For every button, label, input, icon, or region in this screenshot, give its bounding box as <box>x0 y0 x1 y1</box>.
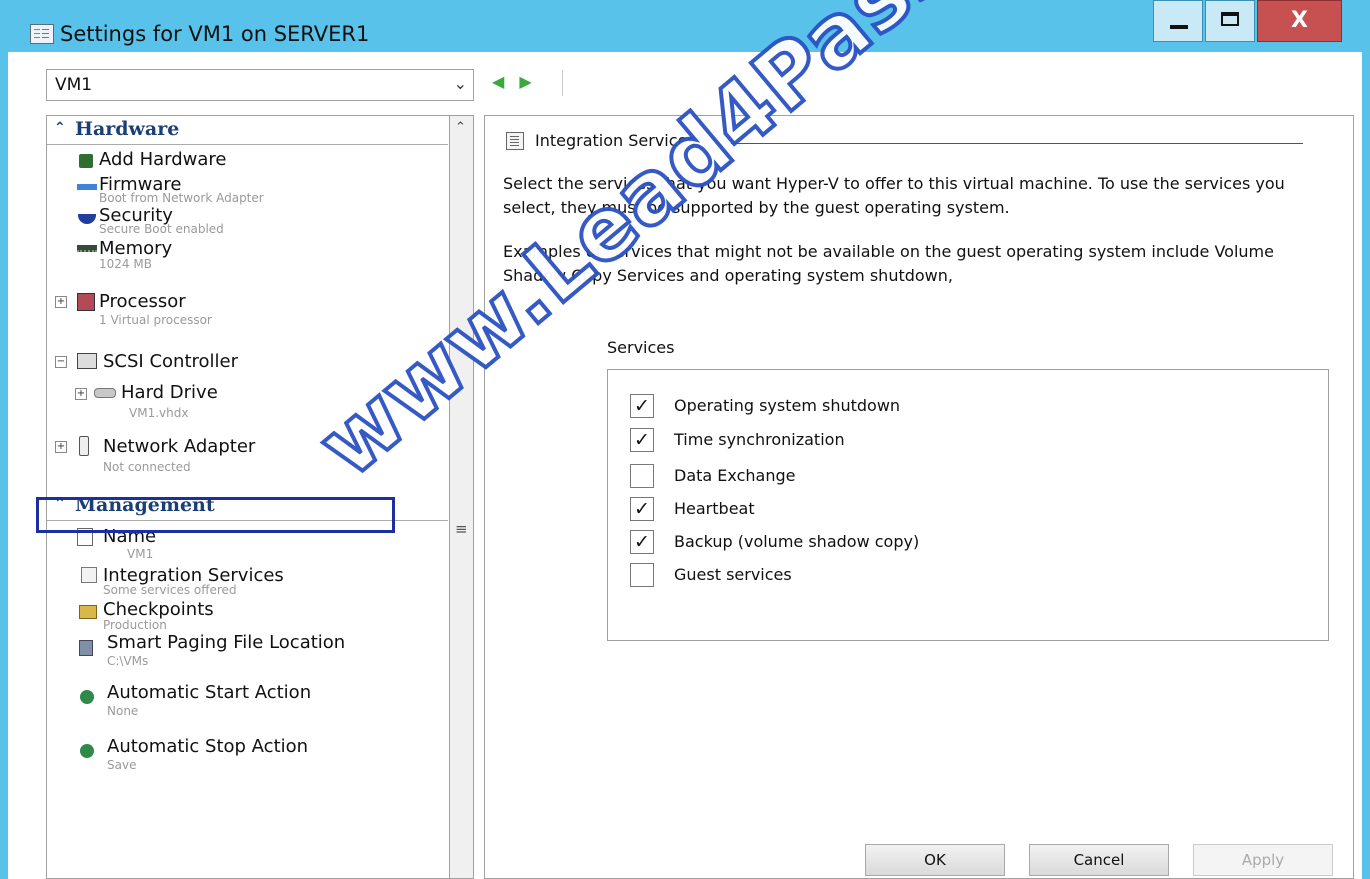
integration-services-icon <box>506 132 524 150</box>
tree-item-label: Checkpoints <box>103 599 214 620</box>
checkpoints-icon <box>79 605 97 619</box>
tree-item-label: Smart Paging File Location <box>107 632 346 653</box>
vm-selector-dropdown[interactable]: VM1 ⌄ <box>46 69 474 101</box>
scroll-grip-icon[interactable]: ≡ <box>455 520 468 538</box>
tree-item-detail: None <box>107 704 139 718</box>
tree-item-detail: 1024 MB <box>99 257 152 271</box>
tree-item-label: SCSI Controller <box>103 351 238 372</box>
close-button[interactable]: X <box>1257 0 1342 42</box>
service-checkbox[interactable]: ✓ <box>630 394 654 418</box>
services-group-label: Services <box>607 338 675 357</box>
maximize-button[interactable] <box>1205 0 1255 42</box>
minimize-button[interactable] <box>1153 0 1203 42</box>
add-hardware-icon <box>79 154 93 168</box>
forward-arrow-icon[interactable]: ▶ <box>519 72 531 91</box>
tree-item-detail: 1 Virtual processor <box>99 313 212 327</box>
expand-icon[interactable]: + <box>55 441 67 453</box>
security-icon <box>78 214 96 224</box>
ok-button[interactable]: OK <box>865 844 1005 876</box>
service-label: Time synchronization <box>674 430 845 449</box>
settings-window-icon <box>30 24 54 44</box>
tree-item-detail: Boot from Network Adapter <box>99 191 264 205</box>
back-arrow-icon[interactable]: ◀ <box>492 72 504 91</box>
apply-button[interactable]: Apply <box>1193 844 1333 876</box>
navigation-arrows: ◀ ▶ <box>492 72 542 91</box>
expand-icon[interactable]: + <box>75 388 87 400</box>
service-checkbox[interactable]: ✓ <box>630 428 654 452</box>
tree-item-label: Memory <box>99 238 173 259</box>
tree-item-label: Automatic Start Action <box>107 682 312 703</box>
tree-item-label: Hard Drive <box>121 382 218 403</box>
tree-item-detail: Not connected <box>103 460 191 474</box>
tree-item-detail: Save <box>107 758 137 772</box>
dialog-client-area: VM1 ⌄ ◀ ▶ ⌃ Hardware Add Hardware Firmwa… <box>8 52 1362 879</box>
selected-item-highlight <box>36 497 395 533</box>
firmware-icon <box>77 184 97 190</box>
service-checkbox[interactable]: ✓ <box>630 530 654 554</box>
service-label: Data Exchange <box>674 466 796 485</box>
heading-rule <box>731 143 1303 144</box>
tree-scrollbar[interactable]: ⌃ ≡ <box>449 115 474 879</box>
tree-item-detail: Some services offered <box>103 583 237 597</box>
collapse-icon[interactable]: − <box>55 356 67 368</box>
service-label: Guest services <box>674 565 792 584</box>
panel-examples-note: Examples of services that might not be a… <box>503 242 1274 285</box>
window-title: Settings for VM1 on SERVER1 <box>60 22 370 46</box>
toolbar-divider <box>562 70 563 96</box>
vm-selector-value: VM1 <box>55 75 93 95</box>
expand-icon[interactable]: + <box>55 296 67 308</box>
title-bar[interactable]: Settings for VM1 on SERVER1 X <box>0 0 1370 52</box>
integration-services-panel: Integration Services Select the services… <box>484 115 1354 879</box>
cancel-button[interactable]: Cancel <box>1029 844 1169 876</box>
tree-item-detail: Secure Boot enabled <box>99 222 224 236</box>
service-label: Backup (volume shadow copy) <box>674 532 920 551</box>
scsi-controller-icon <box>77 353 97 369</box>
tree-item-detail: VM1.vhdx <box>129 406 189 420</box>
tree-item-detail: VM1 <box>127 547 154 561</box>
tree-item-label: Network Adapter <box>103 436 256 457</box>
smart-paging-icon <box>79 640 93 656</box>
hardware-section-header[interactable]: ⌃ Hardware <box>47 116 448 145</box>
automatic-stop-icon <box>80 744 94 758</box>
service-checkbox[interactable]: ✓ <box>630 497 654 521</box>
memory-icon <box>77 245 97 252</box>
scroll-up-icon[interactable]: ⌃ <box>455 120 466 135</box>
service-checkbox[interactable] <box>630 464 654 488</box>
tree-item-label: Processor <box>99 291 186 312</box>
integration-services-icon <box>81 567 97 583</box>
tree-item-detail: Production <box>103 618 167 632</box>
panel-description: Select the services that you want Hyper-… <box>503 174 1285 217</box>
tree-item-label: Automatic Stop Action <box>107 736 309 757</box>
service-checkbox[interactable] <box>630 563 654 587</box>
services-group: ✓ Operating system shutdown ✓ Time synch… <box>607 369 1329 641</box>
tree-item-detail: C:\VMs <box>107 654 149 668</box>
collapse-chevron-icon[interactable]: ⌃ <box>54 120 66 136</box>
chevron-down-icon: ⌄ <box>453 74 467 93</box>
hard-drive-icon <box>94 388 116 398</box>
tree-item-label: Add Hardware <box>99 149 227 170</box>
panel-heading: Integration Services <box>535 131 696 150</box>
network-adapter-icon <box>79 436 89 456</box>
automatic-start-icon <box>80 690 94 704</box>
hardware-section-label: Hardware <box>75 118 180 140</box>
processor-icon <box>77 293 95 311</box>
service-label: Operating system shutdown <box>674 396 901 415</box>
service-label: Heartbeat <box>674 499 755 518</box>
